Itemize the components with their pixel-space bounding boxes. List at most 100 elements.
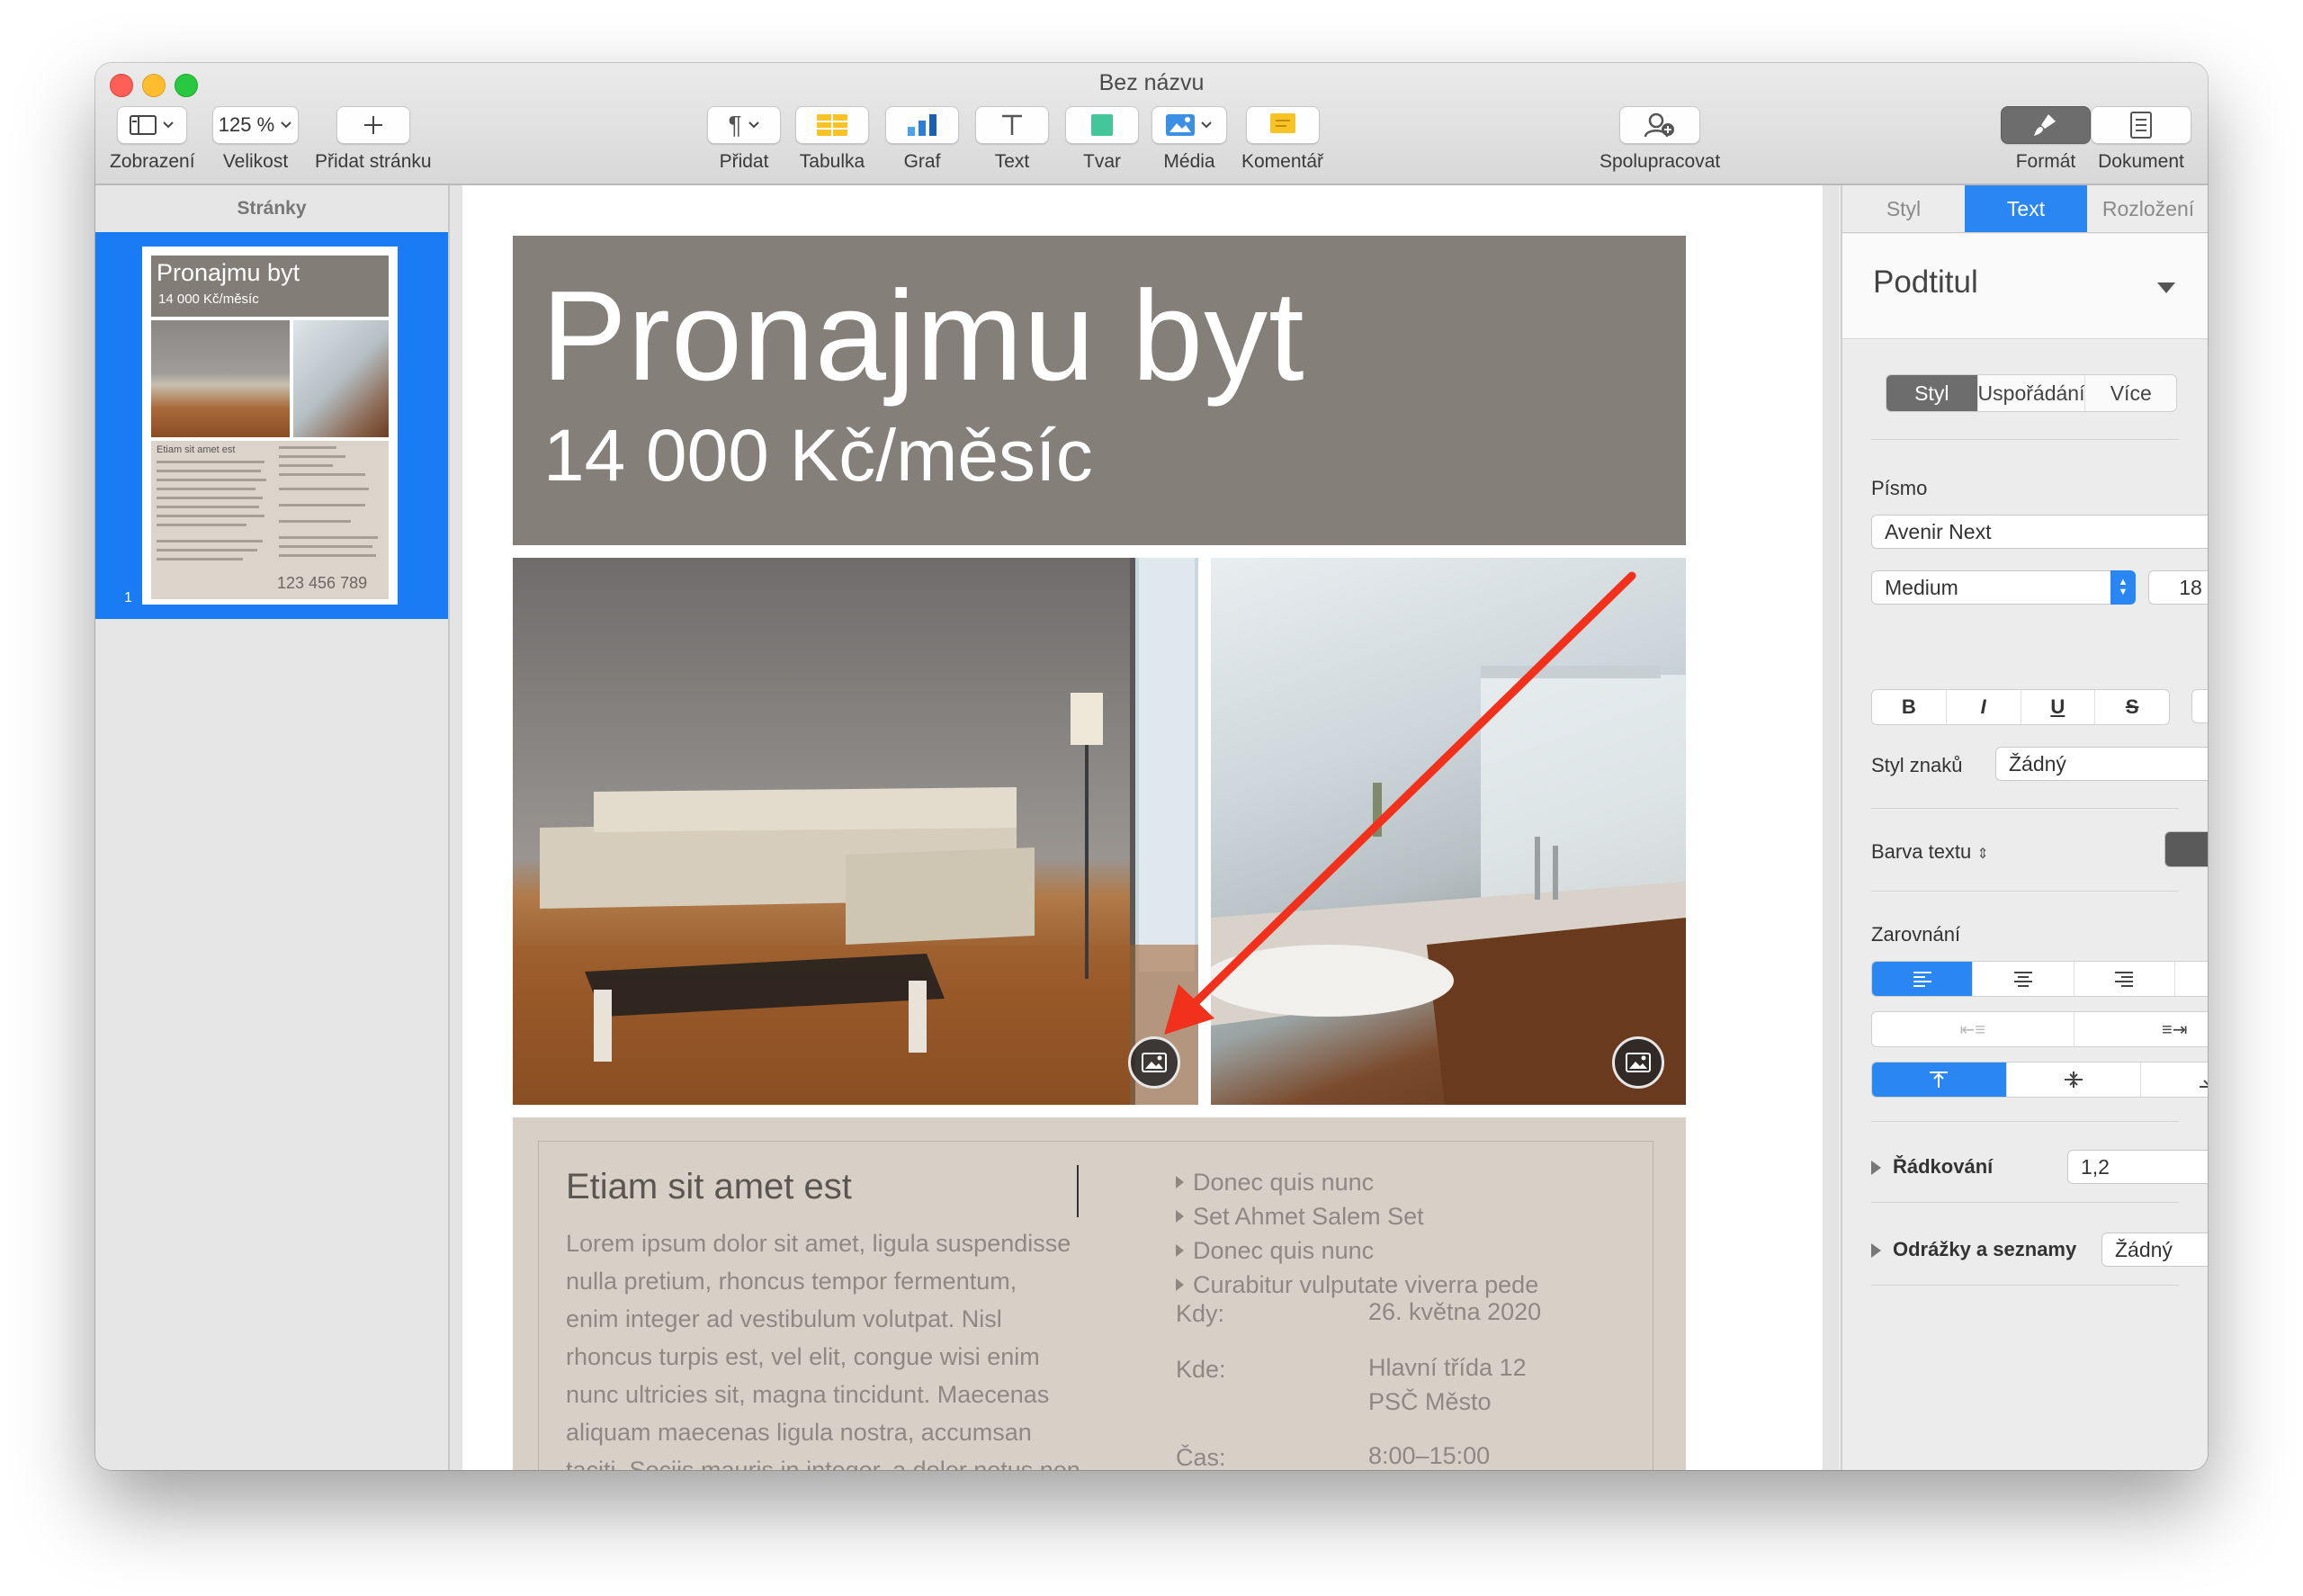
chevron-down-icon [748,121,759,129]
bathroom-illustration [1211,666,1686,1105]
page-thumbnail-selected[interactable]: Pronajmu byt 14 000 Kč/měsíc Etiam sit a… [95,232,448,619]
description-block[interactable]: Etiam sit amet est Lorem ipsum dolor sit… [513,1117,1686,1470]
feature-list[interactable]: Donec quis nunc Set Ahmet Salem Set Done… [1176,1165,1538,1302]
bathroom-photo[interactable] [1211,558,1686,1105]
collaborate-control[interactable]: Spolupracovat [1600,106,1720,173]
comment-button[interactable] [1245,106,1320,144]
tab-layout[interactable]: Rozložení [2087,185,2208,232]
line-spacing-label[interactable]: Řádkování [1893,1155,1993,1179]
align-top-icon [1930,1071,1949,1088]
text-options-button[interactable] [2191,689,2208,723]
replace-image-button[interactable] [1612,1036,1664,1089]
insert-control[interactable]: ¶ Přidat [707,106,781,173]
table-control[interactable]: Tabulka [795,106,869,173]
add-page-button[interactable] [336,106,410,144]
line-spacing-disclosure-icon[interactable] [1871,1161,1881,1175]
strikethrough-button[interactable]: S [2095,690,2169,724]
view-control[interactable]: Zobrazení [110,106,195,173]
divider [1871,891,2179,892]
document-title[interactable]: Pronajmu byt [542,263,1305,410]
image-icon [1626,1053,1651,1072]
page-thumbnail[interactable]: Pronajmu byt 14 000 Kč/měsíc Etiam sit a… [142,247,398,605]
living-room-photo[interactable] [513,558,1198,1105]
insert-button[interactable]: ¶ [707,106,781,144]
increase-indent-button[interactable]: ≡⇥ [2074,1012,2209,1046]
format-control[interactable]: Formát [2001,106,2091,173]
chevron-down-icon [163,121,174,129]
char-style-value: Žádný [2009,751,2066,776]
underline-button[interactable]: U [2021,690,2096,724]
bullets-disclosure-icon[interactable] [1871,1243,1881,1258]
font-weight-value: Medium [1885,575,1958,599]
alignment-section-label: Zarovnání [1871,923,1961,946]
pages-window: Bez názvu Zobrazení 125 % Velikost Přida… [95,63,2208,1470]
document-label: Dokument [2098,151,2184,172]
subtab-style[interactable]: Styl [1886,375,1978,411]
char-style-popup[interactable]: Žádný ⌄ [1995,747,2208,781]
decrease-indent-button[interactable]: ⇤≡ [1872,1012,2074,1046]
align-left-button[interactable] [1872,962,1974,996]
tab-style[interactable]: Styl [1842,185,1965,232]
body-line: taciti. Sociis mauris in integer, a dolo… [566,1457,1080,1470]
align-center-button[interactable] [1973,962,2074,996]
sidebar-header: Stránky [237,198,307,219]
title-block[interactable]: Pronajmu byt 14 000 Kč/měsíc [513,236,1686,545]
media-control[interactable]: Média [1152,106,1227,173]
add-page-control[interactable]: Přidat stránku [315,106,432,173]
bullets-label[interactable]: Odrážky a seznamy [1893,1238,2076,1261]
font-size-value: 18 b [2179,575,2208,599]
plus-icon [363,116,382,134]
text-box-button[interactable] [975,106,1049,144]
italic-button[interactable]: I [1947,690,2021,724]
updown-chevron-icon: ⇕ [1976,847,1989,862]
line-spacing-popup[interactable]: 1,2 ▲▼ [2067,1150,2208,1184]
align-top-button[interactable] [1872,1063,2007,1097]
document-button[interactable] [2091,106,2191,144]
view-button[interactable] [117,106,188,144]
text-color-label[interactable]: Barva textu ⇕ [1871,840,1989,864]
document-page[interactable]: Pronajmu byt 14 000 Kč/měsíc Etiam sit a… [462,185,1823,1470]
document-control[interactable]: Dokument [2091,106,2191,173]
list-item-text: Donec quis nunc [1193,1169,1375,1196]
bold-button[interactable]: B [1872,690,1947,724]
living-room-illustration [513,558,1198,1105]
comment-control[interactable]: Komentář [1241,106,1323,173]
zoom-control[interactable]: 125 % Velikost [212,106,299,173]
zoom-popup[interactable]: 125 % [212,106,299,144]
format-button[interactable] [2001,106,2091,144]
media-button[interactable] [1152,106,1227,144]
align-middle-button[interactable] [2007,1063,2142,1097]
description-body[interactable]: Lorem ipsum dolor sit amet, ligula suspe… [566,1224,1124,1470]
chart-control[interactable]: Graf [885,106,959,173]
subtab-more[interactable]: Více [2085,375,2176,411]
bullet-triangle-icon [1176,1278,1184,1291]
document-price[interactable]: 14 000 Kč/měsíc [543,414,1093,498]
bullets-value: Žádný [2115,1237,2173,1261]
thumbnail-text-line [279,554,376,557]
body-line: nunc ultricies sit, magna tincidunt. Mae… [566,1381,1050,1408]
shape-control[interactable]: Tvar [1065,106,1139,173]
subtab-arrangement[interactable]: Uspořádání [1978,375,2086,411]
collaborate-button[interactable] [1619,106,1701,144]
text-color-well[interactable] [2164,831,2208,867]
thumbnail-text-line [279,545,372,548]
tab-text[interactable]: Text [1965,185,2087,232]
thumbnail-text-line [157,470,261,472]
table-button[interactable] [795,106,869,144]
replace-image-button[interactable] [1128,1036,1180,1089]
bullets-popup[interactable]: Žádný ⌄ [2101,1233,2208,1267]
align-right-button[interactable] [2074,962,2175,996]
align-bottom-button[interactable] [2141,1063,2208,1097]
paragraph-style-popup[interactable]: Podtitul [1842,234,2208,339]
chart-button[interactable] [885,106,959,144]
shape-button[interactable] [1065,106,1139,144]
font-weight-popup[interactable]: Medium ▲ ▼ [1871,570,2136,605]
align-justify-button[interactable] [2175,962,2208,996]
description-heading[interactable]: Etiam sit amet est [566,1167,852,1207]
horizontal-alignment [1871,961,2208,997]
font-family-popup[interactable]: Avenir Next ▲▼ [1871,515,2208,549]
text-control[interactable]: Text [975,106,1049,173]
font-size-field[interactable]: 18 b [2148,570,2208,605]
document-canvas[interactable]: Pronajmu byt 14 000 Kč/měsíc Etiam sit a… [450,185,1839,1470]
paragraph-style-name: Podtitul [1873,265,1978,300]
